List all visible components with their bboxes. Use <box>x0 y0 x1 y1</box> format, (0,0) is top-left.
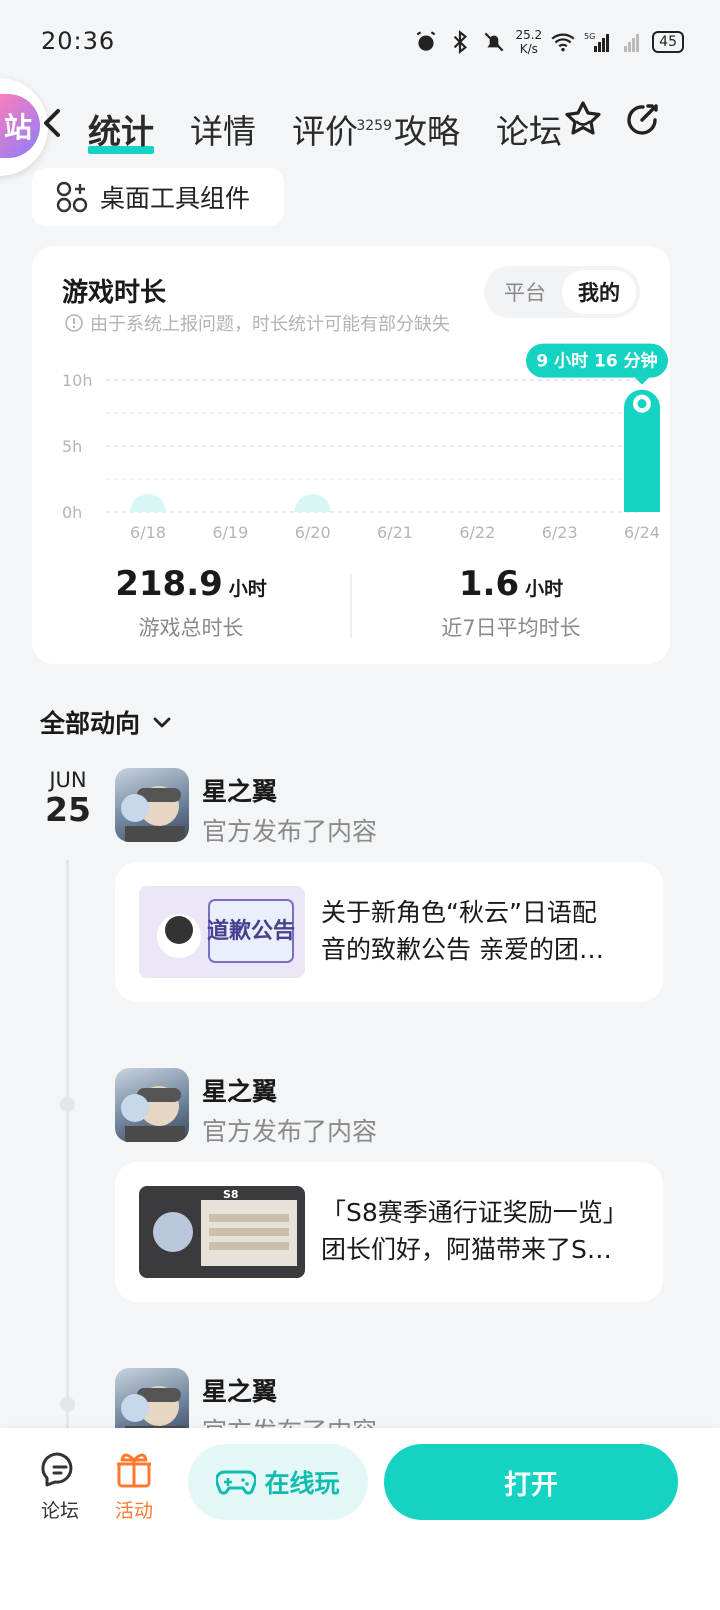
playtime-note: 由于系统上报问题，时长统计可能有部分缺失 <box>64 310 450 336</box>
svg-text:5G: 5G <box>584 32 595 41</box>
post-author: 星之翼 <box>202 777 278 806</box>
tab-guides[interactable]: 攻略 <box>394 108 460 156</box>
post-card[interactable]: S8 「S8赛季通行证奖励一览」 团长们好，阿猫带来了S… <box>115 1162 663 1302</box>
y-tick-label: 5h <box>62 437 82 456</box>
feed-date-month: JUN <box>49 768 87 792</box>
desktop-widget-button[interactable]: 桌面工具组件 <box>32 168 284 226</box>
feed-post: 星之翼 官方发布了内容 S8 「S8赛季通行证奖励一览」 团长们好，阿猫带来了S… <box>115 1068 663 1304</box>
floating-assistant-icon: 站 <box>0 94 40 158</box>
wifi-icon <box>551 33 575 52</box>
tab-details[interactable]: 详情 <box>190 108 256 156</box>
timeline-line <box>66 860 69 1440</box>
segment-mine[interactable]: 我的 <box>562 270 636 314</box>
tab-bar: 统计 详情 评价 3259 攻略 论坛 <box>88 96 598 156</box>
chart-bar <box>130 494 166 512</box>
playtime-bar-chart: 0h 5h 10h 6/18 6/19 6/20 6/21 6/22 6/23 9 小时 16 分… <box>62 343 668 542</box>
svg-text:S8: S8 <box>223 1188 239 1201</box>
game-avatar[interactable] <box>115 1368 189 1428</box>
net-speed: 25.2 K/s <box>515 28 543 56</box>
post-action: 官方发布了内容 <box>202 1117 378 1146</box>
playtime-chart: 0h 5h 10h 6/18 6/19 6/20 6/21 6/22 6/23 9 小时 16 分… <box>32 342 670 552</box>
tab-reviews[interactable]: 评价 3259 <box>292 108 392 156</box>
favorite-star-icon[interactable] <box>562 98 604 140</box>
gift-icon <box>117 1453 151 1488</box>
game-avatar[interactable] <box>115 768 189 842</box>
x-tick-label: 6/22 <box>459 523 495 542</box>
signal-5g-icon: 5G <box>584 32 610 52</box>
bar-tooltip-text: 9 小时 16 分钟 <box>536 351 657 372</box>
total-playtime-unit: 小时 <box>228 578 267 600</box>
average-playtime-unit: 小时 <box>525 578 564 600</box>
info-icon <box>65 314 83 332</box>
feed-date-day: 25 <box>45 790 91 829</box>
feed-post: 星之翼 官方发布了内容 道歉公告 关于新角色“秋云”日语配 音的致歉公告 亲爱的… <box>115 768 663 1004</box>
post-thumbnail: S8 <box>139 1186 305 1278</box>
svg-text:道歉公告: 道歉公告 <box>207 918 295 944</box>
x-tick-label: 6/20 <box>295 523 331 542</box>
average-playtime-value: 1.6 <box>458 564 520 604</box>
widget-label: 桌面工具组件 <box>100 184 251 213</box>
post-action: 官方发布了内容 <box>202 1412 377 1428</box>
clock: 20:36 <box>41 27 116 55</box>
game-avatar[interactable] <box>115 1068 189 1142</box>
average-playtime: 1.6 小时 近7日平均时长 <box>352 564 670 644</box>
mute-icon <box>485 32 504 52</box>
total-playtime: 218.9 小时 游戏总时长 <box>32 564 350 644</box>
bar-tooltip-pointer <box>635 377 649 385</box>
bottom-action-bar: 论坛 活动 在线玩 打开 <box>0 1428 720 1610</box>
x-tick-label: 6/19 <box>212 523 248 542</box>
feed-post: 星之翼 官方发布了内容 <box>115 1368 663 1428</box>
open-game-button[interactable]: 打开 <box>384 1444 678 1520</box>
status-icons: 25.2 K/s 5G 45 <box>413 24 684 60</box>
widget-grid-icon <box>56 181 88 213</box>
timeline-dot <box>60 1397 75 1412</box>
alarm-icon <box>417 31 436 51</box>
status-bar: 20:36 25.2 K/s 5G 45 <box>0 0 720 84</box>
y-tick-label: 10h <box>62 371 93 390</box>
x-tick-label: 6/24 <box>624 523 660 542</box>
timeline-dot <box>60 1097 75 1112</box>
review-count: 3259 <box>356 118 392 134</box>
activity-filter-label: 全部动向 <box>40 709 141 738</box>
battery-indicator: 45 <box>652 31 684 53</box>
feed-date: JUN 25 <box>38 768 98 828</box>
forum-button[interactable]: 论坛 <box>30 1448 90 1523</box>
playtime-stats-card: 游戏时长 由于系统上报问题，时长统计可能有部分缺失 平台 我的 0h 5h 10h 6… <box>32 246 670 664</box>
tab-forum[interactable]: 论坛 <box>496 108 562 156</box>
post-text: 「S8赛季通行证奖励一览」 团长们好，阿猫带来了S… <box>321 1198 628 1264</box>
x-tick-label: 6/23 <box>542 523 578 542</box>
post-action: 官方发布了内容 <box>202 817 378 846</box>
playtime-totals: 218.9 小时 游戏总时长 1.6 小时 近7日平均时长 <box>32 564 670 644</box>
total-playtime-value: 218.9 <box>115 564 223 604</box>
chart-bar <box>294 494 331 512</box>
share-icon[interactable] <box>622 98 664 140</box>
x-tick-label: 6/21 <box>377 523 413 542</box>
back-icon[interactable] <box>38 103 68 143</box>
post-author: 星之翼 <box>202 1077 278 1106</box>
tab-stats[interactable]: 统计 <box>88 108 154 156</box>
post-thumbnail: 道歉公告 <box>139 886 305 978</box>
activity-filter-dropdown[interactable]: 全部动向 <box>40 704 174 740</box>
chevron-down-icon <box>153 717 171 728</box>
post-card[interactable]: 道歉公告 关于新角色“秋云”日语配 音的致歉公告 亲爱的团… <box>115 862 663 1002</box>
playtime-title: 游戏时长 <box>62 278 167 308</box>
post-text: 关于新角色“秋云”日语配 音的致歉公告 亲爱的团… <box>321 898 604 964</box>
activity-button[interactable]: 活动 <box>104 1448 164 1523</box>
x-tick-label: 6/18 <box>130 523 166 542</box>
bar-marker-core <box>637 399 647 409</box>
signal-icon <box>624 34 640 52</box>
post-author: 星之翼 <box>202 1377 278 1406</box>
total-playtime-label: 游戏总时长 <box>138 616 244 640</box>
forum-chat-icon <box>41 1452 73 1487</box>
play-online-button[interactable]: 在线玩 <box>188 1444 368 1520</box>
segment-platform[interactable]: 平台 <box>488 270 562 314</box>
bluetooth-icon <box>454 29 468 55</box>
gamepad-icon <box>216 1470 257 1495</box>
source-segmented-control: 平台 我的 <box>484 266 640 318</box>
y-tick-label: 0h <box>62 503 82 522</box>
average-playtime-label: 近7日平均时长 <box>441 616 581 640</box>
